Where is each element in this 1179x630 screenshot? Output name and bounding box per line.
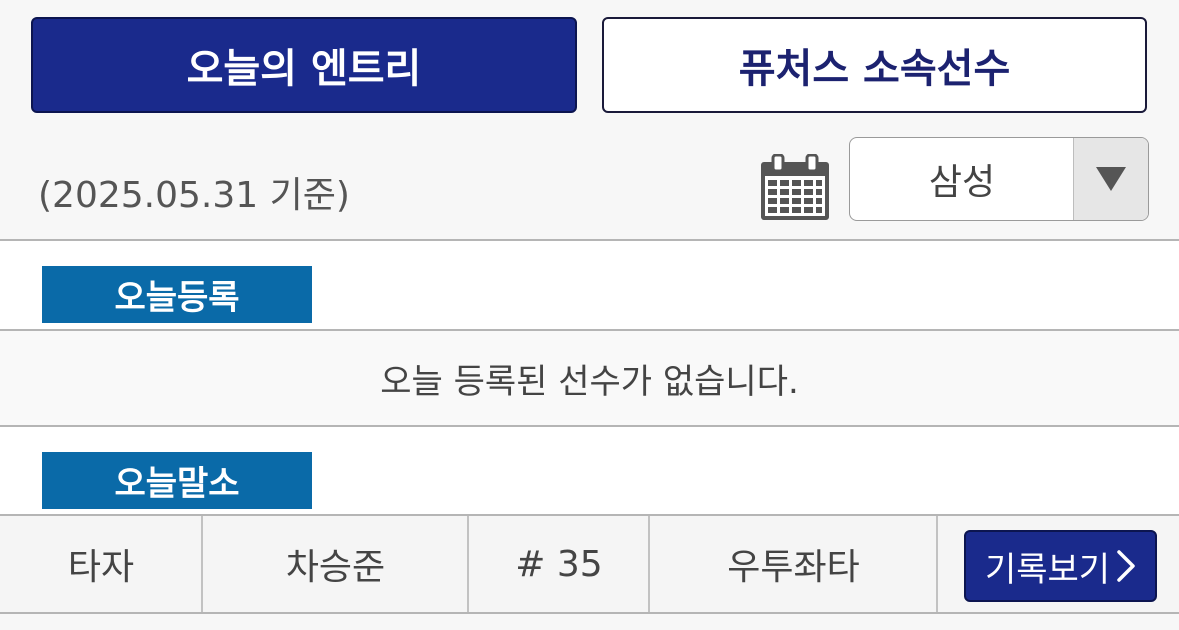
view-record-button[interactable]: 기록보기	[964, 530, 1157, 602]
player-bats-throws: 우투좌타	[727, 547, 860, 588]
team-select-value: 삼성	[928, 162, 996, 203]
triangle-down-icon	[1096, 167, 1126, 191]
view-record-label: 기록보기	[984, 549, 1111, 590]
team-select[interactable]: 삼성	[849, 137, 1149, 221]
dropdown-arrow-button[interactable]	[1073, 138, 1148, 220]
divider	[0, 239, 1179, 241]
cell-divider	[936, 516, 938, 612]
reference-date: (2025.05.31 기준)	[38, 175, 350, 216]
chevron-right-icon	[1117, 550, 1135, 582]
table-row: 타자 차승준 # 35 우투좌타 기록보기	[0, 516, 1179, 612]
tab-futures-roster[interactable]: 퓨처스 소속선수	[602, 17, 1147, 113]
empty-message: 오늘 등록된 선수가 없습니다.	[380, 361, 799, 402]
footer-area	[0, 614, 1179, 630]
player-number: # 35	[515, 543, 603, 585]
tab-today-entry[interactable]: 오늘의 엔트리	[31, 17, 577, 113]
section-label-deregistered: 오늘말소	[42, 452, 312, 509]
calendar-icon[interactable]	[760, 153, 830, 222]
divider	[0, 425, 1179, 427]
section-label-registered: 오늘등록	[42, 266, 312, 323]
player-position: 타자	[67, 547, 135, 588]
player-name: 차승준	[285, 547, 386, 588]
